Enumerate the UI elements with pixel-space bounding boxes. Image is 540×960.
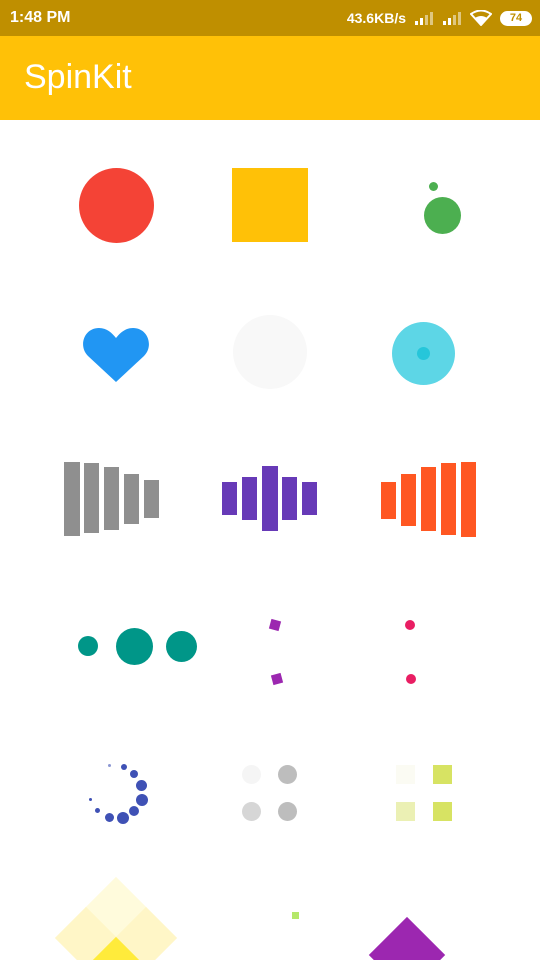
status-bar: 1:48 PM 43.6KB/s 74 bbox=[0, 0, 540, 36]
wave-bars-right-spinner[interactable] bbox=[381, 460, 477, 538]
signal-icon bbox=[443, 12, 461, 25]
pulsing-ring-spinner[interactable] bbox=[392, 322, 455, 385]
wandering-cubes-spinner[interactable] bbox=[262, 614, 292, 688]
battery-icon: 74 bbox=[500, 10, 532, 26]
signal-icon bbox=[415, 12, 433, 25]
app-bar: SpinKit bbox=[0, 36, 540, 120]
chasing-dots-spinner[interactable] bbox=[420, 178, 470, 238]
rotating-plane-spinner[interactable] bbox=[232, 168, 308, 242]
fading-cube-spinner[interactable] bbox=[394, 764, 454, 824]
three-bounce-spinner[interactable] bbox=[76, 626, 200, 666]
pulse-spinner[interactable] bbox=[233, 315, 307, 389]
rotating-square-spinner[interactable] bbox=[366, 910, 456, 960]
wave-bars-center-spinner[interactable] bbox=[222, 466, 318, 532]
status-icons: 43.6KB/s 74 bbox=[347, 8, 532, 28]
folding-cube-spinner[interactable] bbox=[54, 876, 178, 960]
pulse-heart-spinner[interactable] bbox=[82, 324, 150, 384]
wave-bars-left-spinner[interactable] bbox=[64, 460, 160, 538]
double-bounce-spinner[interactable] bbox=[79, 168, 154, 243]
pixel-spinner[interactable] bbox=[290, 910, 302, 922]
wifi-icon bbox=[470, 10, 492, 26]
fading-four-spinner[interactable] bbox=[240, 762, 300, 824]
app-title: SpinKit bbox=[24, 58, 132, 96]
network-speed: 43.6KB/s bbox=[346, 10, 406, 26]
fading-circle-spinner[interactable] bbox=[82, 756, 154, 828]
wandering-dots-spinner[interactable] bbox=[398, 614, 422, 688]
spinner-grid bbox=[0, 120, 540, 960]
status-time: 1:48 PM bbox=[10, 9, 71, 26]
battery-level: 74 bbox=[509, 12, 523, 24]
